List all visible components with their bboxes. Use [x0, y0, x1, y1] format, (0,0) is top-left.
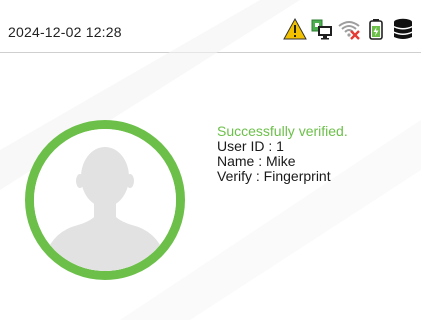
verification-screen: 2024-12-02 12:28 Successfully verified. …: [0, 0, 421, 320]
verification-status: Successfully verified.: [217, 123, 348, 139]
user-avatar: [25, 120, 185, 280]
user-name-line: Name : Mike: [217, 153, 296, 169]
battery-icon[interactable]: [364, 17, 388, 41]
user-id-line: User ID : 1: [217, 138, 284, 154]
network-pc-icon[interactable]: [310, 17, 334, 41]
person-silhouette-icon: [34, 129, 176, 271]
verify-method-line: Verify : Fingerprint: [217, 168, 331, 184]
datetime: 2024-12-02 12:28: [8, 24, 122, 40]
status-bar: 2024-12-02 12:28: [0, 0, 421, 53]
database-icon[interactable]: [391, 17, 415, 41]
verification-info: Successfully verified. User ID : 1 Name …: [217, 124, 348, 184]
warning-icon[interactable]: [283, 17, 307, 41]
status-icons: [283, 17, 415, 41]
wifi-off-icon[interactable]: [337, 17, 361, 41]
